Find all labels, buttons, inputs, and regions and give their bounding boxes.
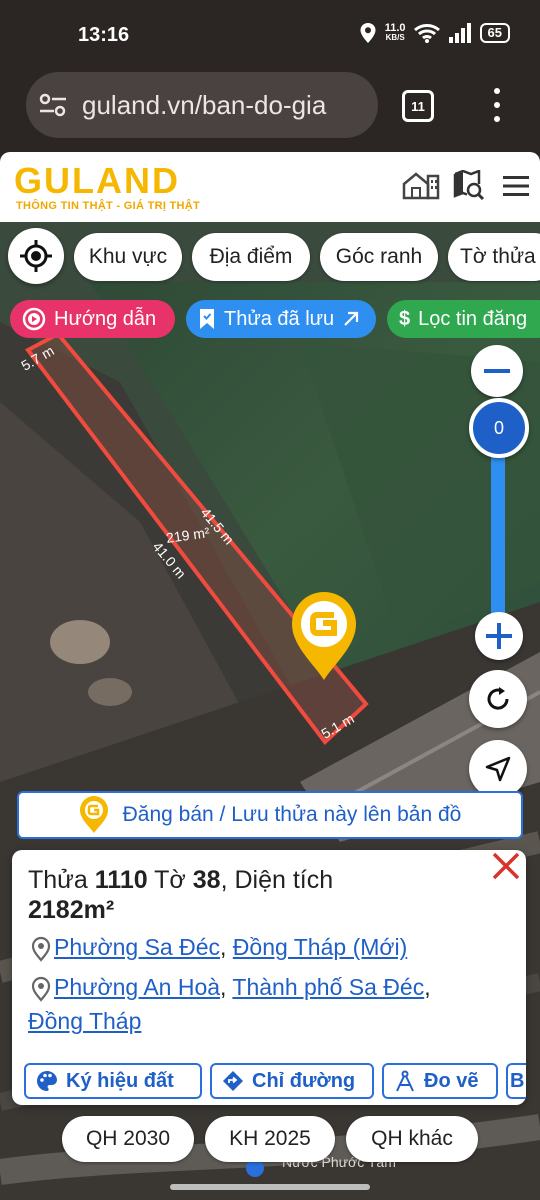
- network-speed-unit: KB/S: [385, 33, 405, 42]
- plus-icon: [486, 623, 512, 649]
- land-symbol-button[interactable]: Ký hiệu đất: [24, 1063, 202, 1099]
- location-icon: [360, 23, 376, 43]
- wifi-icon: [413, 24, 440, 43]
- minus-icon: [484, 369, 510, 373]
- address-old: Phường An Hoà, Thành phố Sa Đéc, Đồng Thá…: [28, 974, 431, 1034]
- filter-listings-button[interactable]: $ Lọc tin đăng: [387, 300, 540, 338]
- browser-menu-button[interactable]: [490, 88, 504, 122]
- dollar-icon: $: [399, 307, 411, 330]
- map-pin-icon: [31, 976, 51, 1002]
- refresh-button[interactable]: [469, 670, 527, 728]
- status-time: 13:16: [78, 24, 130, 46]
- saved-parcels-button[interactable]: Thửa đã lưu: [186, 300, 376, 338]
- hamburger-menu-icon[interactable]: [503, 176, 529, 196]
- filter-listings-label: Lọc tin đăng: [418, 307, 528, 330]
- network-speed-value: 11.0: [384, 22, 406, 34]
- chip-dia-diem[interactable]: Địa điểm: [192, 233, 310, 281]
- zoom-out-button[interactable]: [471, 345, 523, 397]
- title-prefix: Thửa: [28, 866, 88, 894]
- signal-icon: [448, 23, 471, 43]
- chip-kh-2025[interactable]: KH 2025: [205, 1116, 335, 1162]
- banner-text: Đăng bán / Lưu thửa này lên bản đồ: [122, 803, 462, 826]
- address-new-ward-link[interactable]: Phường Sa Đéc: [54, 934, 220, 960]
- chip-to-thua[interactable]: Tờ thửa: [448, 233, 540, 281]
- area-label: , Diện tích: [220, 866, 334, 894]
- bookmark-icon: [200, 309, 214, 329]
- measure-draw-label: Đo vẽ: [424, 1069, 479, 1092]
- chip-qh-khac[interactable]: QH khác: [346, 1116, 478, 1162]
- sheet-label: Tờ: [154, 866, 186, 894]
- measure-draw-button[interactable]: Đo vẽ: [382, 1063, 498, 1099]
- close-icon[interactable]: [490, 850, 522, 882]
- guland-logo[interactable]: GULAND: [14, 160, 180, 202]
- navigation-arrow-icon: [485, 756, 511, 782]
- zoom-slider-track[interactable]: [491, 440, 505, 620]
- zoom-level-handle[interactable]: 0: [469, 398, 529, 458]
- parcel-number: 1110: [94, 866, 148, 894]
- zoom-in-button[interactable]: [475, 612, 523, 660]
- address-old-city-link[interactable]: Thành phố Sa Đéc: [232, 974, 424, 1000]
- arrow-up-right-icon: [344, 311, 359, 326]
- chip-khu-vuc[interactable]: Khu vực: [74, 233, 182, 281]
- gesture-home-bar[interactable]: [170, 1184, 370, 1190]
- land-symbol-label: Ký hiệu đất: [66, 1069, 174, 1092]
- map-pin-icon: [31, 936, 51, 962]
- post-parcel-banner[interactable]: Đăng bán / Lưu thửa này lên bản đồ: [17, 791, 523, 839]
- battery-indicator: 65: [479, 23, 510, 43]
- saved-parcels-label: Thửa đã lưu: [224, 307, 335, 330]
- directions-label: Chỉ đường: [252, 1069, 356, 1092]
- location-marker-icon[interactable]: [290, 590, 358, 682]
- chip-qh-2030[interactable]: QH 2030: [62, 1116, 194, 1162]
- guland-pin-icon: [79, 796, 108, 833]
- directions-button[interactable]: Chỉ đường: [210, 1063, 374, 1099]
- address-old-ward-link[interactable]: Phường An Hoà: [54, 974, 220, 1000]
- play-circle-icon: [22, 307, 46, 331]
- url-text[interactable]: guland.vn/ban-do-gia: [82, 90, 326, 121]
- navigate-button[interactable]: [469, 740, 527, 798]
- tab-switcher-button[interactable]: 11: [402, 90, 434, 122]
- directions-icon: [223, 1071, 243, 1091]
- area-value: 2182m²: [28, 896, 115, 924]
- address-new-province-link[interactable]: Đồng Tháp (Mới): [233, 934, 407, 960]
- parcel-info-card: Thửa 1110 Tờ 38, Diện tích 2182m² Phường…: [12, 850, 526, 1105]
- site-slogan: THÔNG TIN THẬT - GIÁ TRỊ THẬT: [16, 200, 201, 212]
- site-settings-icon[interactable]: [38, 92, 68, 118]
- palette-icon: [37, 1071, 57, 1091]
- compass-draw-icon: [396, 1070, 414, 1092]
- more-card-button[interactable]: B: [506, 1063, 526, 1099]
- url-bar[interactable]: guland.vn/ban-do-gia: [26, 72, 378, 138]
- address-old-province-link[interactable]: Đồng Tháp: [28, 1008, 141, 1034]
- sheet-number: 38: [192, 866, 221, 894]
- locate-me-button[interactable]: [8, 228, 64, 284]
- guide-button[interactable]: Hướng dẫn: [10, 300, 175, 338]
- crosshair-icon: [20, 240, 52, 272]
- address-new: Phường Sa Đéc, Đồng Tháp (Mới): [28, 930, 508, 964]
- parcel-title: Thửa 1110 Tờ 38, Diện tích 2182m²: [28, 865, 468, 925]
- more-card-label: B: [510, 1069, 525, 1092]
- refresh-icon: [487, 687, 509, 710]
- chip-goc-ranh[interactable]: Góc ranh: [320, 233, 438, 281]
- status-icons: 11.0 KB/S 65: [359, 22, 510, 44]
- guide-label: Hướng dẫn: [54, 307, 157, 330]
- network-speed: 11.0 KB/S: [385, 23, 406, 43]
- map-search-icon[interactable]: [453, 170, 485, 202]
- buildings-icon[interactable]: [402, 170, 440, 200]
